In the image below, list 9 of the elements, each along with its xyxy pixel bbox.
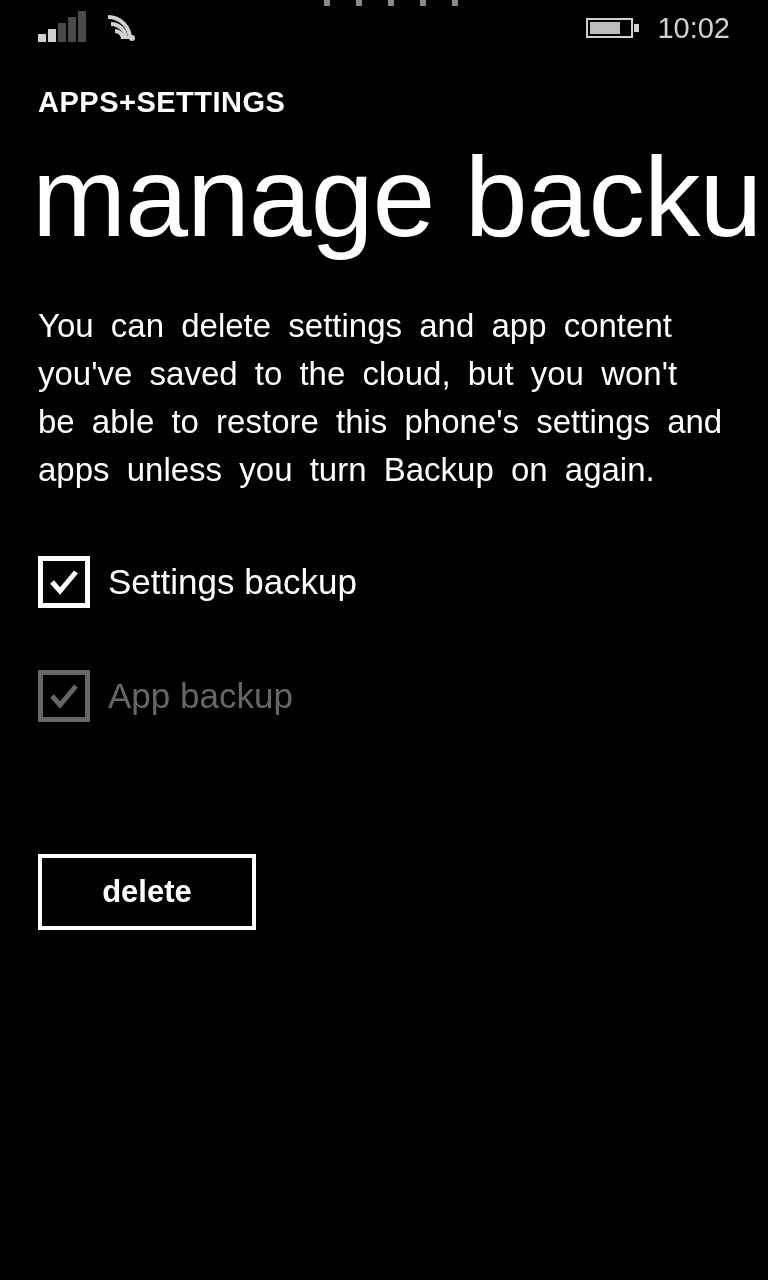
signal-icon xyxy=(38,11,86,42)
page-title: manage backu xyxy=(32,133,762,262)
delete-button[interactable]: delete xyxy=(38,854,256,930)
section-title: APPS+SETTINGS xyxy=(38,85,286,120)
checkbox-label: App backup xyxy=(108,675,293,717)
description-text: You can delete settings and app content you've saved to the cloud, but you won't be able to restore this phone's settings and apps unless you turn Backup on again. xyxy=(38,306,724,490)
checkbox-label: Settings backup xyxy=(108,561,358,603)
clock-time: 10:02 xyxy=(657,11,730,46)
battery-icon xyxy=(586,18,640,38)
